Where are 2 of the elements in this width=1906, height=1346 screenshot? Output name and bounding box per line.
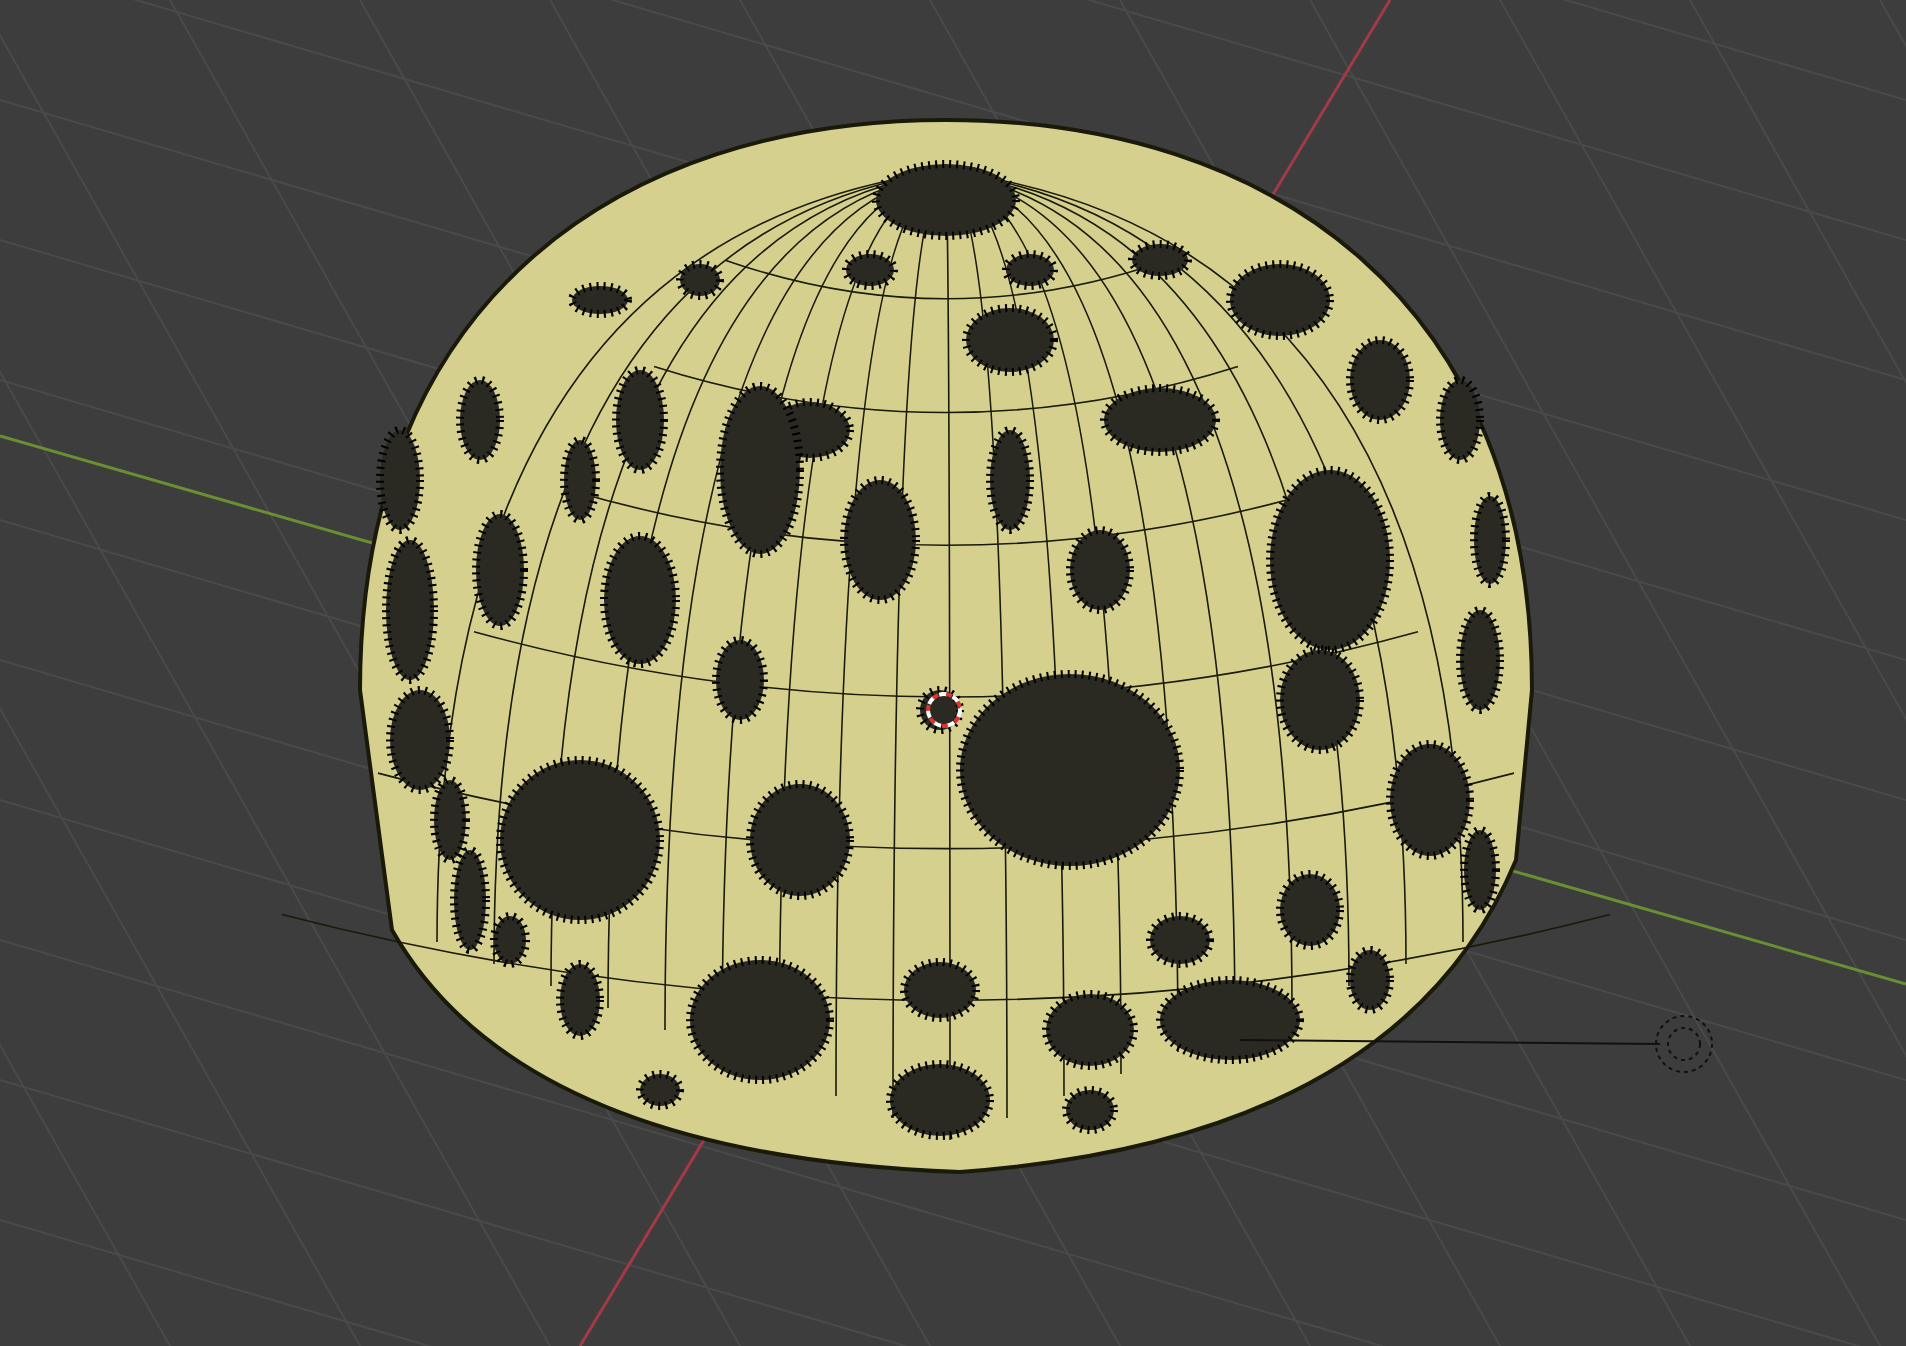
dome-mesh-drawing[interactable] [281,118,1611,1174]
3d-cursor-icon[interactable] [926,692,962,728]
